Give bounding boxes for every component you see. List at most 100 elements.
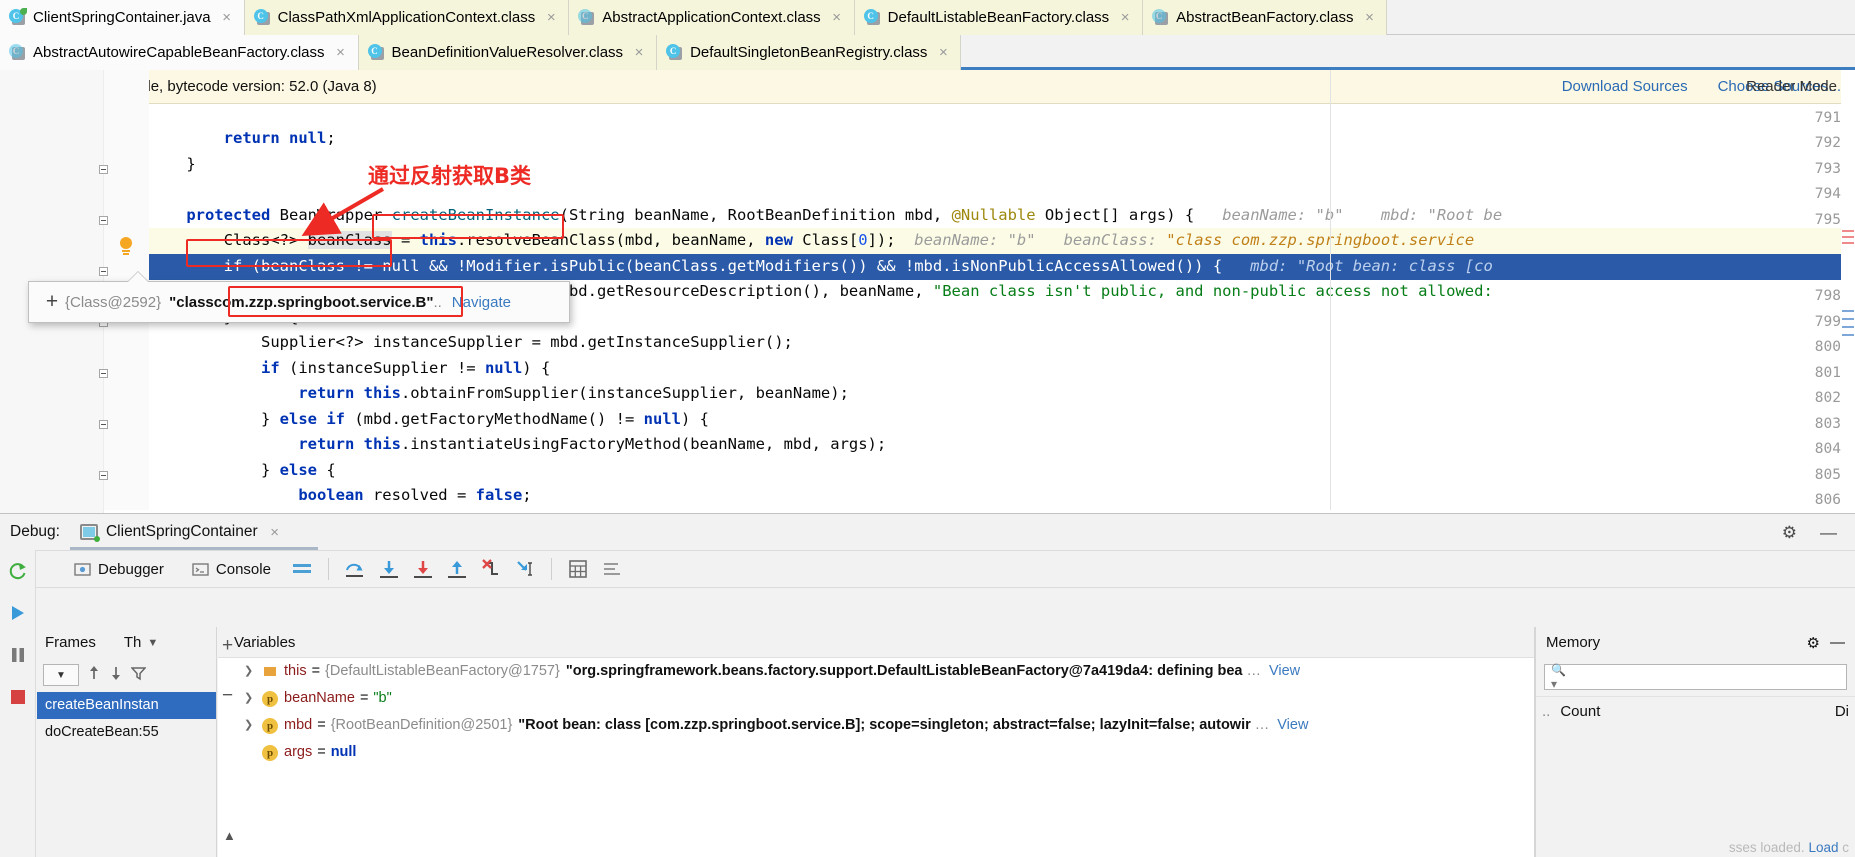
- memory-settings-icon[interactable]: ⚙: [1807, 634, 1820, 652]
- frame-item-createbeaninstance[interactable]: createBeanInstan: [37, 692, 216, 719]
- expand-chevron-icon[interactable]: ❯: [244, 712, 262, 739]
- code-line-791[interactable]: [149, 100, 1855, 126]
- step-over-button[interactable]: [338, 554, 372, 584]
- variable-row-args[interactable]: ❯ p args = null: [218, 739, 1534, 766]
- settings-lines-button[interactable]: [595, 554, 629, 584]
- run-to-cursor-button[interactable]: [508, 554, 542, 584]
- class-file-icon: C: [666, 44, 683, 61]
- console-icon: [192, 562, 209, 576]
- drop-frame-button[interactable]: [474, 554, 508, 584]
- close-icon[interactable]: ×: [1119, 9, 1131, 26]
- scroll-up-icon[interactable]: ▲: [223, 828, 236, 843]
- popup-navigate-link[interactable]: Navigate: [452, 294, 511, 311]
- code-line-792[interactable]: return null;: [149, 126, 1855, 152]
- editor-tab-classpathxmlapplicationcontext[interactable]: C ClassPathXmlApplicationContext.class ×: [244, 0, 570, 35]
- tab-console[interactable]: Console: [178, 561, 285, 578]
- pause-program-button[interactable]: [0, 634, 36, 676]
- variable-value: null: [330, 744, 357, 760]
- run-configuration-tab[interactable]: ClientSpringContainer ×: [74, 523, 287, 542]
- frame-up-icon[interactable]: [87, 665, 101, 686]
- editor-tab-client-spring-container[interactable]: C ClientSpringContainer.java ×: [0, 0, 245, 35]
- variable-row-mbd[interactable]: ❯ p mbd = {RootBeanDefinition@2501} "Roo…: [218, 712, 1534, 739]
- run-to-cursor-icon: [517, 561, 532, 576]
- close-icon[interactable]: ×: [221, 9, 233, 26]
- remove-watch-icon[interactable]: −: [222, 685, 233, 707]
- debug-value-tooltip[interactable]: + {Class@2592} "class com.zzp.springboot…: [28, 281, 570, 323]
- code-line-804[interactable]: return this.instantiateUsingFactoryMetho…: [149, 432, 1855, 458]
- step-out-button[interactable]: [440, 554, 474, 584]
- debugger-icon: [74, 562, 91, 576]
- evaluate-expression-button[interactable]: [561, 554, 595, 584]
- expand-chevron-icon[interactable]: ❯: [244, 658, 262, 685]
- tab-debugger[interactable]: Debugger: [60, 561, 178, 578]
- editor-tab-beandefinitionvalueresolver[interactable]: C BeanDefinitionValueResolver.class ×: [358, 35, 658, 70]
- editor-split-divider: [1330, 70, 1331, 510]
- variable-row-this[interactable]: ❯ this = {DefaultListableBeanFactory@175…: [218, 658, 1534, 685]
- gear-icon[interactable]: ⚙: [1782, 523, 1797, 543]
- frame-down-icon[interactable]: [109, 665, 123, 686]
- show-execution-point-button[interactable]: [285, 554, 319, 584]
- thread-selector-label[interactable]: Th: [124, 634, 142, 651]
- expand-chevron-icon[interactable]: ❯: [244, 685, 262, 712]
- add-watch-icon[interactable]: +: [222, 635, 233, 657]
- settings-lines-icon: [603, 563, 620, 575]
- close-icon[interactable]: ×: [937, 44, 949, 61]
- code-line-801[interactable]: if (instanceSupplier != null) {: [149, 356, 1855, 382]
- memory-column-diff[interactable]: Di: [1835, 703, 1849, 720]
- expand-icon[interactable]: +: [39, 290, 65, 314]
- editor-tab-label: ClientSpringContainer.java: [33, 9, 211, 26]
- memory-minimize-icon[interactable]: —: [1830, 634, 1845, 651]
- fold-marker-icon[interactable]: [99, 216, 108, 225]
- editor-tab-defaultlistablebeanfactory[interactable]: C DefaultListableBeanFactory.class ×: [854, 0, 1144, 35]
- frame-item-extra[interactable]: [37, 746, 216, 773]
- debug-tool-window: Debug: ClientSpringContainer × ⚙ — Debug: [0, 513, 1855, 857]
- chevron-down-icon[interactable]: ▼: [147, 637, 158, 649]
- frame-item-docreatebean[interactable]: doCreateBean:55: [37, 719, 216, 746]
- filter-icon[interactable]: [130, 665, 147, 686]
- close-icon[interactable]: ×: [633, 44, 645, 61]
- fold-marker-icon[interactable]: [99, 420, 108, 429]
- variable-row-beanname[interactable]: ❯ p beanName = "b": [218, 685, 1534, 712]
- thread-combo[interactable]: ▼: [43, 664, 79, 686]
- close-icon[interactable]: ×: [831, 9, 843, 26]
- variable-view-link[interactable]: View: [1277, 712, 1308, 739]
- reader-mode-label[interactable]: Reader Mode: [1746, 78, 1837, 95]
- variables-panel: Variables ❯ this = {DefaultListableBeanF…: [218, 627, 1535, 857]
- code-line-796[interactable]: Class<?> beanClass = this.resolveBeanCla…: [149, 228, 1855, 254]
- status-load-link[interactable]: Load: [1808, 840, 1838, 855]
- memory-search[interactable]: 🔍▾: [1544, 663, 1847, 691]
- debug-left-rail: [0, 550, 36, 857]
- code-line-805[interactable]: } else {: [149, 458, 1855, 484]
- memory-column-count[interactable]: Count: [1560, 703, 1600, 720]
- intention-bulb-icon[interactable]: [117, 237, 135, 259]
- memory-search-input[interactable]: [1576, 669, 1840, 685]
- code-line-797[interactable]: if (beanClass != null && !Modifier.isPub…: [149, 254, 1855, 280]
- close-icon[interactable]: ×: [545, 9, 557, 26]
- code-line-800[interactable]: Supplier<?> instanceSupplier = mbd.getIn…: [149, 330, 1855, 356]
- editor-tab-abstractautowirecapablebeanfactory[interactable]: C AbstractAutowireCapableBeanFactory.cla…: [0, 35, 359, 70]
- resume-program-button[interactable]: [0, 592, 36, 634]
- code-line-803[interactable]: } else if (mbd.getFactoryMethodName() !=…: [149, 407, 1855, 433]
- editor-marker-bar[interactable]: [1841, 70, 1855, 510]
- code-line-795[interactable]: protected BeanWrapper createBeanInstance…: [149, 203, 1855, 229]
- editor-tab-abstractbeanfactory[interactable]: C AbstractBeanFactory.class ×: [1143, 0, 1388, 35]
- active-tab-underline: [70, 547, 318, 550]
- editor-tab-defaultsingletonbeanregistry[interactable]: C DefaultSingletonBeanRegistry.class ×: [657, 35, 962, 70]
- fold-marker-icon[interactable]: [99, 267, 108, 276]
- close-icon[interactable]: ×: [269, 524, 281, 541]
- rerun-button[interactable]: [0, 550, 36, 592]
- step-into-button[interactable]: [372, 554, 406, 584]
- close-icon[interactable]: ×: [1363, 9, 1375, 26]
- variable-view-link[interactable]: View: [1269, 658, 1300, 685]
- close-icon[interactable]: ×: [335, 44, 347, 61]
- fold-marker-icon[interactable]: [99, 471, 108, 480]
- force-step-into-button[interactable]: [406, 554, 440, 584]
- fold-marker-icon[interactable]: [99, 369, 108, 378]
- pause-program-icon: [12, 648, 24, 662]
- stop-button[interactable]: [0, 676, 36, 718]
- code-line-802[interactable]: return this.obtainFromSupplier(instanceS…: [149, 381, 1855, 407]
- minimize-icon[interactable]: —: [1820, 523, 1837, 543]
- code-line-806[interactable]: boolean resolved = false;: [149, 483, 1855, 509]
- fold-marker-icon[interactable]: [99, 165, 108, 174]
- editor-tab-abstractapplicationcontext[interactable]: C AbstractApplicationContext.class ×: [569, 0, 855, 35]
